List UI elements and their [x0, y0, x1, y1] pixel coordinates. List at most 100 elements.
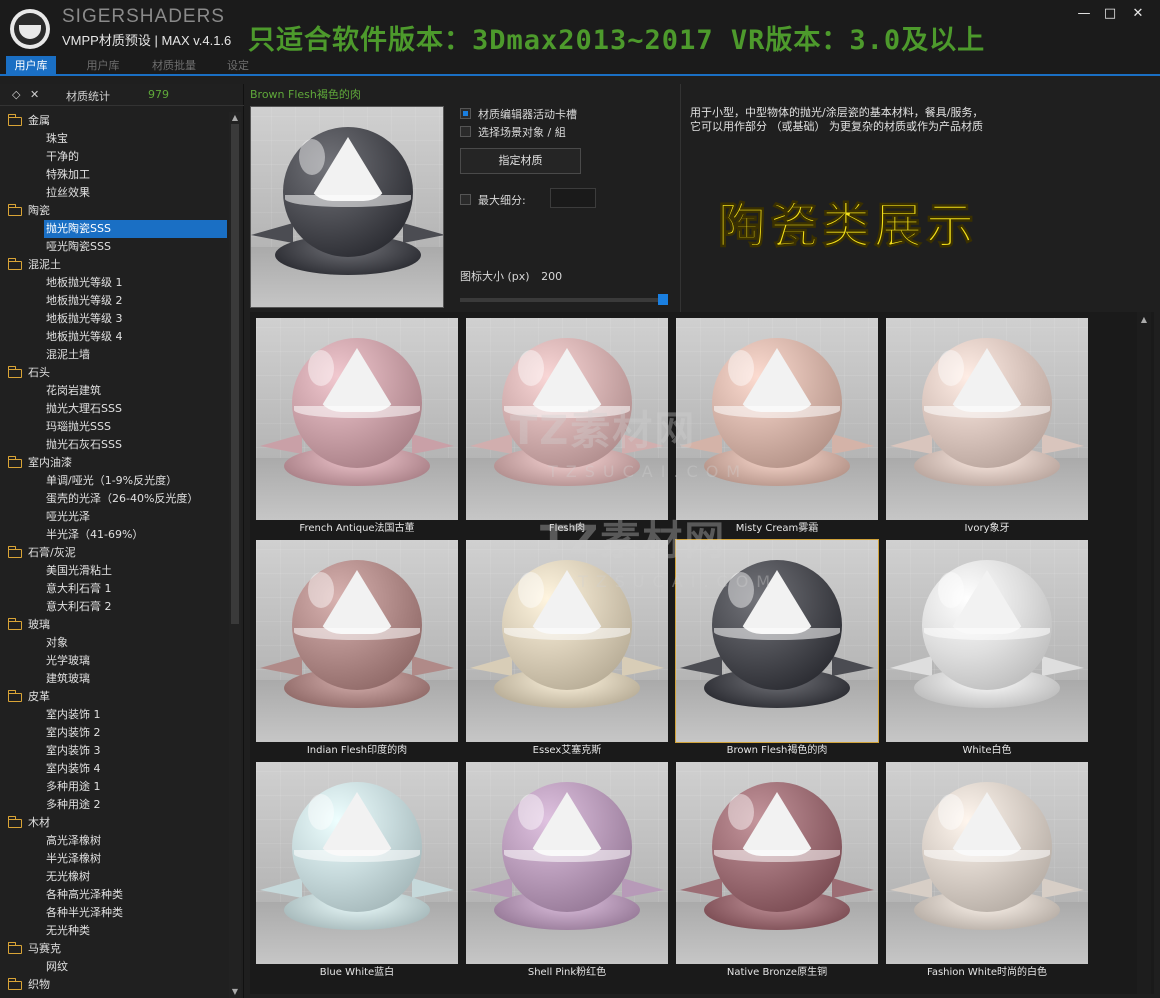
- tree-item[interactable]: 玛瑙抛光SSS: [0, 418, 228, 436]
- tree-category[interactable]: 木材: [0, 814, 228, 832]
- select-scene-objects-checkbox[interactable]: [460, 126, 471, 137]
- tree-item[interactable]: 各种半光泽种类: [0, 904, 228, 922]
- material-card[interactable]: Shell Pink粉红色: [466, 762, 668, 980]
- assign-material-button[interactable]: 指定材质: [460, 148, 581, 174]
- material-card[interactable]: White白色: [886, 540, 1088, 758]
- clear-x-icon[interactable]: ✕: [30, 88, 39, 101]
- tree-category[interactable]: 室内油漆: [0, 454, 228, 472]
- tree-item[interactable]: 意大利石膏 1: [0, 580, 228, 598]
- material-thumbnail[interactable]: [675, 539, 879, 743]
- tree-item[interactable]: 半光泽（41-69%）: [0, 526, 228, 544]
- tree-item[interactable]: 建筑玻璃: [0, 670, 228, 688]
- tab-settings[interactable]: 设定: [218, 56, 258, 76]
- select-scene-objects-option[interactable]: 选择场景对象 / 組: [460, 124, 566, 140]
- tree-item[interactable]: 半光泽橡树: [0, 850, 228, 868]
- tree-category[interactable]: 金属: [0, 112, 228, 130]
- tree-item[interactable]: 各种高光泽种类: [0, 886, 228, 904]
- tree-category[interactable]: 石头: [0, 364, 228, 382]
- icon-size-slider-handle[interactable]: [658, 294, 668, 305]
- grid-scroll-up-icon[interactable]: ▲: [1138, 314, 1150, 326]
- tree-item[interactable]: 抛光石灰石SSS: [0, 436, 228, 454]
- max-subdivs-input[interactable]: [550, 188, 596, 208]
- tree-item[interactable]: 地板抛光等级 2: [0, 292, 228, 310]
- material-thumbnail[interactable]: [886, 762, 1088, 964]
- material-thumbnail[interactable]: [886, 318, 1088, 520]
- tree-item[interactable]: 无光橡树: [0, 868, 228, 886]
- tree-item[interactable]: 高光泽橡树: [0, 832, 228, 850]
- material-card[interactable]: French Antique法国古董: [256, 318, 458, 536]
- tree-item[interactable]: 无光种类: [0, 922, 228, 940]
- tree-item[interactable]: 光学玻璃: [0, 652, 228, 670]
- material-thumbnail[interactable]: [256, 318, 458, 520]
- material-card[interactable]: Essex艾塞克斯: [466, 540, 668, 758]
- material-card[interactable]: Indian Flesh印度的肉: [256, 540, 458, 758]
- maximize-icon[interactable]: □: [1100, 6, 1120, 22]
- material-card[interactable]: Brown Flesh褐色的肉: [675, 539, 879, 758]
- tab-user-library[interactable]: 用户库: [76, 56, 130, 76]
- minimize-icon[interactable]: —: [1074, 6, 1094, 22]
- tree-item[interactable]: 地板抛光等级 4: [0, 328, 228, 346]
- tree-item-selected[interactable]: 抛光陶瓷SSS: [44, 220, 227, 238]
- tree-item[interactable]: 多种用途 1: [0, 778, 228, 796]
- tree-item[interactable]: 拉丝效果: [0, 184, 228, 202]
- tree-item[interactable]: 多种用途 2: [0, 796, 228, 814]
- tree-item[interactable]: 美国光滑粘土: [0, 562, 228, 580]
- material-thumbnail[interactable]: [676, 762, 878, 964]
- tree-scrollbar[interactable]: ▲ ▼: [229, 112, 241, 998]
- material-card[interactable]: Ivory象牙: [886, 318, 1088, 536]
- version-banner: 只适合软件版本：3Dmax2013~2017 VR版本：3.0及以上: [248, 25, 986, 56]
- tree-item[interactable]: 哑光光泽: [0, 508, 228, 526]
- tree-category[interactable]: 马赛克: [0, 940, 228, 958]
- tree-item[interactable]: 单调/哑光（1-9%反光度）: [0, 472, 228, 490]
- icon-size-slider[interactable]: [460, 294, 668, 305]
- material-card[interactable]: Misty Cream雾霜: [676, 318, 878, 536]
- material-thumbnail[interactable]: [256, 540, 458, 742]
- tree-category[interactable]: 陶瓷: [0, 202, 228, 220]
- tree-item[interactable]: 干净的: [0, 148, 228, 166]
- tree-item[interactable]: 珠宝: [0, 130, 228, 148]
- material-thumbnail[interactable]: [466, 318, 668, 520]
- material-editor-slot-option[interactable]: 材质编辑器活动卡槽: [460, 106, 577, 122]
- material-card[interactable]: Fashion White时尚的白色: [886, 762, 1088, 980]
- material-thumbnail[interactable]: [676, 318, 878, 520]
- tree-item[interactable]: 特殊加工: [0, 166, 228, 184]
- tree-item[interactable]: 网纹: [0, 958, 228, 976]
- tree-category[interactable]: 玻璃: [0, 616, 228, 634]
- grid-scrollbar[interactable]: ▲: [1137, 312, 1151, 994]
- tree-item[interactable]: 室内装饰 3: [0, 742, 228, 760]
- tree-item[interactable]: 室内装饰 1: [0, 706, 228, 724]
- scroll-up-icon[interactable]: ▲: [229, 112, 241, 124]
- tree-category[interactable]: 混泥土: [0, 256, 228, 274]
- tree-item[interactable]: 哑光陶瓷SSS: [0, 238, 228, 256]
- tree-category[interactable]: 石膏/灰泥: [0, 544, 228, 562]
- tree-item[interactable]: 室内装饰 4: [0, 760, 228, 778]
- material-thumbnail[interactable]: [886, 540, 1088, 742]
- material-card[interactable]: Blue White蓝白: [256, 762, 458, 980]
- tree-item[interactable]: 对象: [0, 634, 228, 652]
- tree-item[interactable]: 蛋壳的光泽（26-40%反光度）: [0, 490, 228, 508]
- tree-scroll-thumb[interactable]: [231, 124, 239, 624]
- tab-batch-materials[interactable]: 材质批量: [144, 56, 204, 76]
- tree-item[interactable]: 地板抛光等级 1: [0, 274, 228, 292]
- tree-item[interactable]: 地板抛光等级 3: [0, 310, 228, 328]
- tree-category[interactable]: 皮革: [0, 688, 228, 706]
- tree-item-label: 多种用途 2: [46, 798, 101, 811]
- expand-diamond-icon[interactable]: ◇: [12, 88, 20, 101]
- tab-user-library-active[interactable]: 用户库: [6, 56, 56, 76]
- material-thumbnail[interactable]: [466, 540, 668, 742]
- material-thumbnail[interactable]: [466, 762, 668, 964]
- material-card[interactable]: Native Bronze原生铜: [676, 762, 878, 980]
- tree-item[interactable]: 混泥土墙: [0, 346, 228, 364]
- material-editor-slot-checkbox[interactable]: [460, 108, 471, 119]
- max-subdivs-checkbox[interactable]: [460, 194, 471, 205]
- tree-item[interactable]: 室内装饰 2: [0, 724, 228, 742]
- tree-item[interactable]: 意大利石膏 2: [0, 598, 228, 616]
- tree-item[interactable]: 花岗岩建筑: [0, 382, 228, 400]
- scroll-down-icon[interactable]: ▼: [229, 986, 241, 998]
- tree-item[interactable]: 抛光大理石SSS: [0, 400, 228, 418]
- material-card[interactable]: Flesh肉: [466, 318, 668, 536]
- tree-category[interactable]: 织物: [0, 976, 228, 994]
- max-subdivs-option[interactable]: 最大细分:: [460, 192, 526, 208]
- material-thumbnail[interactable]: [256, 762, 458, 964]
- close-icon[interactable]: ✕: [1128, 6, 1148, 22]
